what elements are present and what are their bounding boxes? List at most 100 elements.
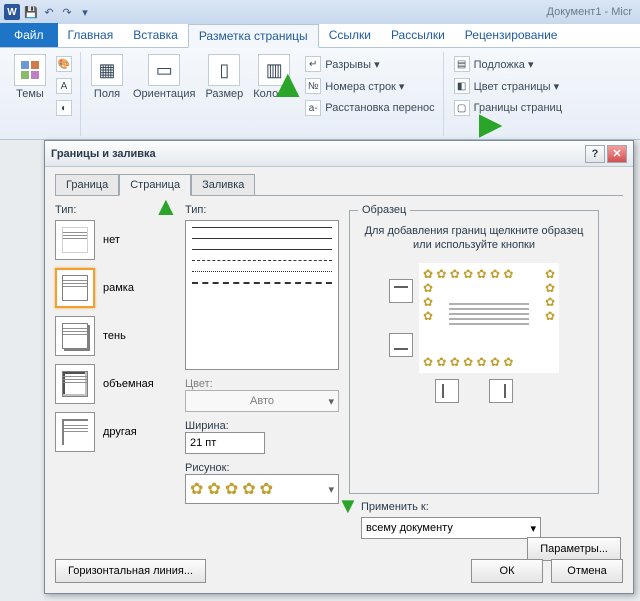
preview-fieldset: Образец Для добавления границ щелкните о…: [349, 204, 599, 494]
toggle-bottom-border[interactable]: [389, 333, 413, 357]
watermark-button[interactable]: ▤Подложка ▾: [452, 54, 564, 74]
theme-colors-icon[interactable]: 🎨: [54, 54, 74, 74]
dialog-content: Тип: нет рамка тень объемная другая Тип:…: [55, 196, 623, 552]
style-label: Тип:: [185, 204, 339, 216]
art-figure-icon: ✿: [207, 479, 220, 499]
type-label: Тип:: [55, 204, 175, 216]
page-color-button[interactable]: ◧Цвет страницы ▾: [452, 76, 564, 96]
themes-button[interactable]: Темы: [12, 52, 48, 102]
columns-icon: ▥: [258, 54, 290, 86]
size-button[interactable]: ▯Размер: [203, 52, 245, 102]
preview-column: Образец Для добавления границ щелкните о…: [349, 204, 599, 552]
qat-dropdown-icon[interactable]: ▾: [78, 5, 92, 19]
breaks-button[interactable]: ↵Разрывы ▾: [303, 54, 436, 74]
art-label: Рисунок:: [185, 462, 339, 474]
cancel-button[interactable]: Отмена: [551, 559, 623, 583]
type-custom[interactable]: другая: [55, 412, 175, 452]
quick-access-toolbar: 💾 ↶ ↷ ▾: [24, 5, 92, 19]
watermark-icon: ▤: [454, 56, 470, 72]
document-title: Документ1 - Micr: [547, 6, 632, 18]
tab-mailings[interactable]: Рассылки: [381, 23, 455, 47]
page-color-icon: ◧: [454, 78, 470, 94]
undo-icon[interactable]: ↶: [42, 5, 56, 19]
page-borders-button[interactable]: ▢Границы страниц: [452, 98, 564, 118]
apply-to-row: Применить к: всему документу: [361, 501, 611, 539]
group-themes: Темы 🎨 A ◐: [6, 52, 81, 136]
breaks-icon: ↵: [305, 56, 321, 72]
toggle-right-border[interactable]: [489, 379, 513, 403]
type-shadow[interactable]: тень: [55, 316, 175, 356]
hyphenation-button[interactable]: a-Расстановка перенос: [303, 98, 436, 118]
redo-icon[interactable]: ↷: [60, 5, 74, 19]
dtab-page[interactable]: Страница: [119, 174, 191, 196]
toggle-top-border[interactable]: [389, 279, 413, 303]
dialog-body: Граница Страница Заливка ▲ Тип: нет рамк…: [45, 167, 633, 593]
type-none[interactable]: нет: [55, 220, 175, 260]
dtab-fill[interactable]: Заливка: [191, 174, 255, 196]
ok-button[interactable]: ОК: [471, 559, 543, 583]
art-figure-icon: ✿: [225, 479, 238, 499]
dtab-border[interactable]: Граница: [55, 174, 119, 196]
tab-file[interactable]: Файл: [0, 23, 58, 47]
hyphenation-icon: a-: [305, 100, 321, 116]
save-icon[interactable]: 💾: [24, 5, 38, 19]
width-label: Ширина:: [185, 420, 339, 432]
dialog-tabs: Граница Страница Заливка: [55, 173, 623, 196]
horizontal-line-button[interactable]: Горизонтальная линия...: [55, 559, 206, 583]
type-list: нет рамка тень объемная другая: [55, 220, 175, 452]
theme-fonts-icon[interactable]: A: [54, 76, 74, 96]
dialog-footer: Горизонтальная линия... ОК Отмена: [55, 559, 623, 583]
tab-home[interactable]: Главная: [58, 23, 124, 47]
themes-icon: [14, 54, 46, 86]
themes-sub: 🎨 A ◐: [54, 52, 74, 118]
type-column: Тип: нет рамка тень объемная другая: [55, 204, 175, 552]
margins-button[interactable]: ▦Поля: [89, 52, 125, 102]
dialog-title: Границы и заливка: [51, 148, 156, 160]
close-button[interactable]: ✕: [607, 145, 627, 163]
help-button[interactable]: ?: [585, 145, 605, 163]
theme-effects-icon[interactable]: ◐: [54, 98, 74, 118]
tab-references[interactable]: Ссылки: [319, 23, 381, 47]
color-select[interactable]: Авто: [185, 390, 339, 412]
width-input[interactable]: 21 пт: [185, 432, 265, 454]
borders-shading-dialog: Границы и заливка ? ✕ Граница Страница З…: [44, 140, 634, 594]
art-select[interactable]: ✿ ✿ ✿ ✿ ✿: [185, 474, 339, 504]
side-toggles-bottom: [358, 379, 590, 403]
margins-icon: ▦: [91, 54, 123, 86]
type-box[interactable]: рамка: [55, 268, 175, 308]
art-figure-icon: ✿: [242, 479, 255, 499]
type-3d[interactable]: объемная: [55, 364, 175, 404]
titlebar: W 💾 ↶ ↷ ▾ Документ1 - Micr: [0, 0, 640, 24]
side-toggles-left: [389, 279, 413, 357]
toggle-left-border[interactable]: [435, 379, 459, 403]
style-column: Тип: Цвет: Авто Ширина: 21 пт Рисунок: ✿…: [185, 204, 339, 552]
dialog-titlebar: Границы и заливка ? ✕: [45, 141, 633, 167]
art-figure-icon: ✿: [260, 479, 273, 499]
tab-insert[interactable]: Вставка: [123, 23, 188, 47]
preview-hint: Для добавления границ щелкните образец и…: [358, 224, 590, 253]
line-numbers-button[interactable]: №Номера строк ▾: [303, 76, 436, 96]
word-icon: W: [4, 4, 20, 20]
columns-button[interactable]: ▥Колонки: [251, 52, 297, 102]
apply-label: Применить к:: [361, 501, 611, 513]
tab-review[interactable]: Рецензирование: [455, 23, 568, 47]
line-numbers-icon: №: [305, 78, 321, 94]
ribbon-tabs: Файл Главная Вставка Разметка страницы С…: [0, 24, 640, 48]
apply-to-select[interactable]: всему документу: [361, 517, 541, 539]
page-borders-icon: ▢: [454, 100, 470, 116]
options-button[interactable]: Параметры...: [527, 537, 621, 561]
preview-area: ✿ ✿ ✿ ✿ ✿ ✿ ✿ ✿ ✿ ✿ ✿ ✿ ✿ ✿ ✿✿✿✿ ✿✿✿✿: [358, 263, 590, 373]
style-listbox[interactable]: [185, 220, 339, 370]
group-page-setup: ▦Поля ▭Ориентация ▯Размер ▥Колонки ↵Разр…: [83, 52, 444, 136]
size-icon: ▯: [208, 54, 240, 86]
tab-page-layout[interactable]: Разметка страницы: [188, 24, 319, 48]
art-figure-icon: ✿: [190, 479, 203, 499]
page-preview[interactable]: ✿ ✿ ✿ ✿ ✿ ✿ ✿ ✿ ✿ ✿ ✿ ✿ ✿ ✿ ✿✿✿✿ ✿✿✿✿: [419, 263, 559, 373]
page-bg-sub: ▤Подложка ▾ ◧Цвет страницы ▾ ▢Границы ст…: [452, 52, 564, 118]
group-page-background: ▤Подложка ▾ ◧Цвет страницы ▾ ▢Границы ст…: [446, 52, 570, 136]
preview-legend: Образец: [358, 204, 410, 216]
color-label: Цвет:: [185, 378, 339, 390]
ribbon: Темы 🎨 A ◐ ▦Поля ▭Ориентация ▯Размер ▥Ко…: [0, 48, 640, 140]
page-setup-sub: ↵Разрывы ▾ №Номера строк ▾ a-Расстановка…: [303, 52, 436, 118]
orientation-button[interactable]: ▭Ориентация: [131, 52, 197, 102]
